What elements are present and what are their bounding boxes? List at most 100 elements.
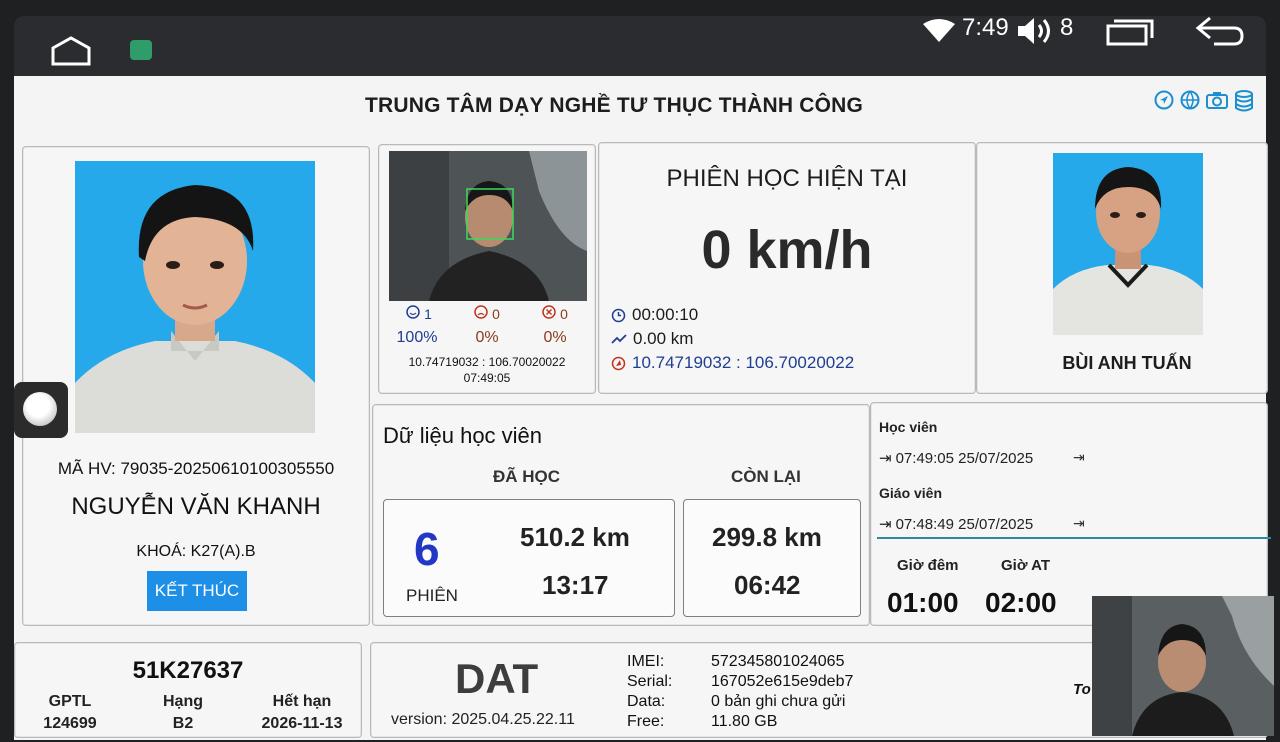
free-value: 11.80 GB [711,713,778,730]
login-icon: ⇥ [879,516,892,533]
student-card: MÃ HV: 79035-20250610100305550 NGUYỄN VĂ… [22,146,370,626]
android-status-bar [14,16,1266,76]
session-duration-row: 00:00:10 [611,305,698,325]
session-gps: 10.74719032 : 106.70020022 [632,353,855,372]
teacher-login-label: Giáo viên [879,485,943,501]
night-hours-label: Giờ đêm [897,557,959,574]
assistive-touch-icon [23,392,57,426]
sessions-count: 6 [414,523,440,575]
teacher-login-row: ⇥ 07:48:49 25/07/2025 [879,515,1034,534]
session-speed: 0 km/h [701,220,873,280]
divider [877,537,1271,539]
class-value: B2 [172,715,194,732]
student-login-label: Học viên [879,419,938,435]
teacher-photo [1053,153,1203,335]
camera-icon[interactable] [1206,90,1228,110]
learning-title: Dữ liệu học viên [383,423,543,448]
gptl-value: 124699 [43,715,97,732]
happy-percent: 100% [396,329,438,346]
status-clock: 7:49 [962,14,1009,41]
app-screen: TRUNG TÂM DẠY NGHỀ TƯ THỤC THÀNH CÔNG MÃ… [14,76,1271,740]
driver-camera-pip[interactable] [1092,596,1274,736]
teacher-login-time: 07:48:49 25/07/2025 [895,515,1034,533]
student-logout-icon[interactable]: ⇥ [1073,449,1085,466]
app-title: TRUNG TÂM DẠY NGHỀ TƯ THỤC THÀNH CÔNG [364,94,864,117]
truncated-text: To [1073,681,1091,698]
remain-km: 299.8 km [712,522,822,552]
imei-label: IMEI: [627,653,665,670]
night-hours-value: 01:00 [887,587,959,618]
gptl-label: GPTL [48,693,92,710]
absent-count: 0 [560,306,568,322]
license-plate: 51K27637 [132,657,244,684]
session-gps-row: 10.74719032 : 106.70020022 [611,353,854,373]
volume-icon[interactable] [1016,16,1056,46]
absent-stat: 0 [525,305,585,322]
session-duration: 00:00:10 [632,305,699,324]
session-distance: 0.00 km [633,329,694,348]
navigation-icon[interactable] [1154,90,1174,110]
happy-count: 1 [424,306,432,322]
remain-time: 06:42 [734,570,801,600]
happy-stat: 1 [389,305,449,322]
student-name: NGUYỄN VĂN KHANH [71,493,321,520]
end-session-button[interactable]: KẾT THÚC [147,571,247,611]
student-course: KHOÁ: K27(A).B [136,543,256,560]
login-times-panel: Học viên ⇥ 07:49:05 25/07/2025 ⇥ Giáo vi… [870,402,1271,626]
sad-count: 0 [492,306,500,322]
data-label: Data: [627,693,666,710]
face-camera-view [389,151,587,301]
device-version: version: 2025.04.25.22.11 [391,711,575,728]
done-label: ĐÃ HỌC [493,467,561,486]
camera-time: 07:49:05 [463,371,511,385]
absent-percent: 0% [543,329,567,346]
sad-percent: 0% [475,329,499,346]
serial-label: Serial: [627,673,673,690]
session-distance-row: 0.00 km [611,329,693,349]
volume-level: 8 [1060,14,1074,41]
teacher-card: BÙI ANH TUẤN [976,142,1268,394]
camera-coords: 10.74719032 : 106.70020022 [408,355,566,369]
remain-box: 299.8 km 06:42 [683,499,861,617]
sessions-label: PHIÊN [406,586,458,605]
close-circle-icon [542,305,556,319]
globe-icon[interactable] [1180,90,1200,110]
class-label: Hạng [163,693,203,710]
recents-icon[interactable] [1106,18,1156,46]
teacher-name: BÙI ANH TUẤN [1062,353,1192,373]
vehicle-panel: 51K27637 GPTL 124699 Hạng B2 Hết hạn 202… [14,642,362,738]
database-icon[interactable] [1234,90,1254,112]
android-icon[interactable] [130,40,152,60]
auto-hours-value: 02:00 [985,587,1057,618]
floating-assistive-button[interactable] [14,382,68,438]
teacher-logout-icon[interactable]: ⇥ [1073,515,1085,532]
learning-data-panel: Dữ liệu học viên ĐÃ HỌC CÒN LẠI 6 PHIÊN … [372,404,870,626]
student-login-time: 07:49:05 25/07/2025 [895,449,1034,467]
toolbar-icons [1154,90,1254,112]
trend-icon [611,334,627,344]
imei-value: 572345801024065 [711,653,845,670]
data-value: 0 bản ghi chưa gửi [711,693,846,710]
serial-value: 167052e615e9deb7 [711,673,854,690]
clock-icon [611,308,626,322]
current-session-panel: PHIÊN HỌC HIỆN TẠI 0 km/h 00:00:10 0.00 … [598,142,976,394]
expiry-value: 2026-11-13 [261,715,343,732]
done-box: 6 PHIÊN 510.2 km 13:17 [383,499,675,617]
student-id: MÃ HV: 79035-20250610100305550 [57,459,335,478]
session-heading: PHIÊN HỌC HIỆN TẠI [666,165,908,192]
home-icon[interactable] [50,36,92,66]
auto-hours-label: Giờ AT [1001,557,1050,574]
expiry-label: Hết hạn [272,693,332,710]
remain-label: CÒN LẠI [731,467,801,486]
done-km: 510.2 km [520,522,630,552]
wifi-icon [923,19,955,42]
face-camera-panel: 1 0 0 100% 0% 0% 10.74719032 : 106.70020… [378,144,596,394]
sad-stat: 0 [457,305,517,322]
student-login-row: ⇥ 07:49:05 25/07/2025 [879,449,1034,468]
sad-face-icon [474,305,488,319]
back-icon[interactable] [1194,14,1246,48]
free-label: Free: [627,713,665,730]
smile-icon [406,305,420,319]
done-time: 13:17 [542,570,609,600]
device-brand: DAT [455,655,539,702]
